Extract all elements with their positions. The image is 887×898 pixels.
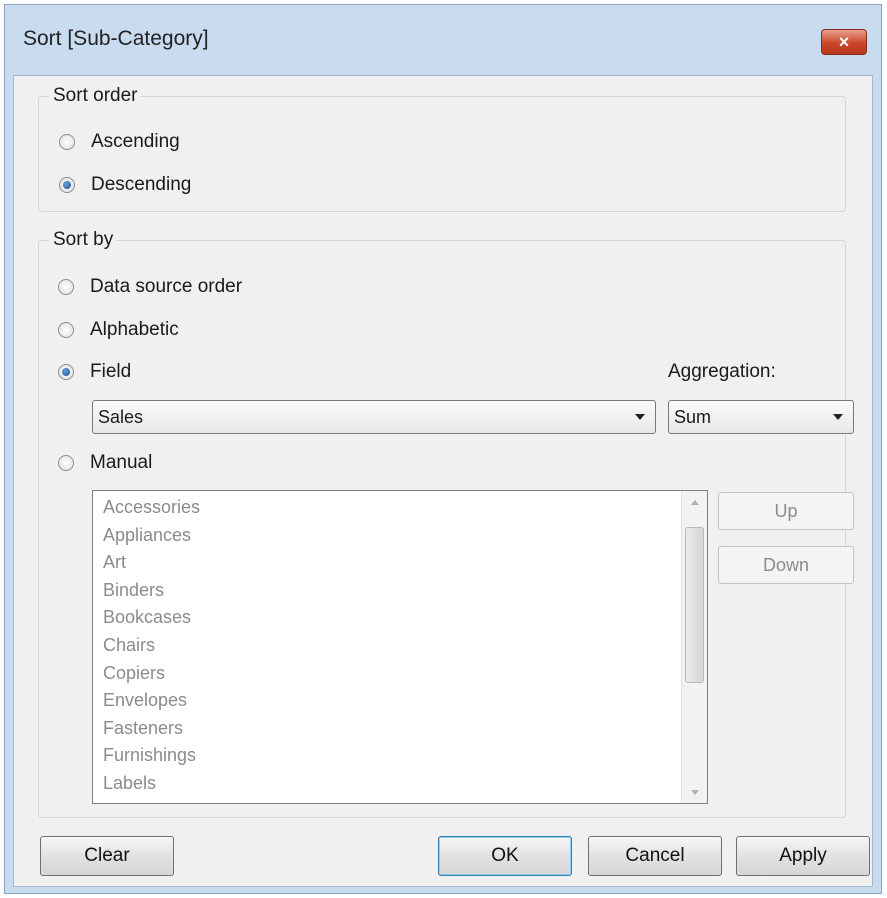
title-bar: Sort [Sub-Category] × [5, 5, 881, 77]
scroll-up-icon [690, 499, 699, 505]
scroll-down-icon [690, 789, 699, 795]
radio-ascending[interactable]: Ascending [59, 131, 180, 153]
radio-field-label: Field [90, 361, 132, 382]
scroll-thumb[interactable] [685, 527, 704, 683]
chevron-down-icon [833, 414, 843, 420]
radio-ascending-icon[interactable] [59, 134, 75, 150]
dialog-title: Sort [Sub-Category] [23, 27, 209, 50]
dialog-body: Sort order Ascending Descending Sort by … [13, 75, 873, 887]
clear-button[interactable]: Clear [40, 836, 174, 876]
radio-alphabetic[interactable]: Alphabetic [58, 319, 179, 341]
up-button[interactable]: Up [718, 492, 854, 530]
list-item[interactable]: Furnishings [93, 742, 707, 770]
list-item[interactable]: Envelopes [93, 687, 707, 715]
cancel-button[interactable]: Cancel [588, 836, 722, 876]
ok-button[interactable]: OK [438, 836, 572, 876]
radio-descending-label: Descending [91, 174, 192, 195]
radio-manual[interactable]: Manual [58, 452, 152, 474]
radio-data-source-order[interactable]: Data source order [58, 276, 242, 298]
radio-data-source-order-icon[interactable] [58, 279, 74, 295]
list-item[interactable]: Binders [93, 577, 707, 605]
radio-field-icon[interactable] [58, 364, 74, 380]
aggregation-label: Aggregation: [668, 361, 776, 382]
list-item[interactable]: Bookcases [93, 604, 707, 632]
list-item[interactable]: Accessories [93, 494, 707, 522]
radio-field[interactable]: Field [58, 361, 131, 383]
list-item[interactable]: Art [93, 549, 707, 577]
field-select-value: Sales [98, 406, 144, 427]
list-item[interactable]: Copiers [93, 660, 707, 688]
radio-alphabetic-label: Alphabetic [90, 319, 179, 340]
radio-descending[interactable]: Descending [59, 174, 191, 196]
field-select[interactable]: Sales [92, 400, 656, 434]
list-item[interactable]: Appliances [93, 522, 707, 550]
apply-button[interactable]: Apply [736, 836, 870, 876]
sort-order-legend: Sort order [49, 85, 142, 107]
list-item[interactable]: Chairs [93, 632, 707, 660]
aggregation-select[interactable]: Sum [668, 400, 854, 434]
manual-list-items: Accessories Appliances Art Binders Bookc… [93, 491, 707, 798]
sort-dialog: Sort [Sub-Category] × Sort order Ascendi… [4, 4, 882, 894]
scroll-up-button[interactable] [682, 491, 707, 513]
radio-alphabetic-icon[interactable] [58, 322, 74, 338]
radio-manual-icon[interactable] [58, 455, 74, 471]
sort-by-legend: Sort by [49, 229, 118, 251]
list-item[interactable]: Fasteners [93, 715, 707, 743]
radio-descending-icon[interactable] [59, 177, 75, 193]
radio-data-source-order-label: Data source order [90, 276, 243, 297]
list-item[interactable]: Labels [93, 770, 707, 798]
close-button[interactable]: × [821, 29, 867, 55]
manual-order-list[interactable]: Accessories Appliances Art Binders Bookc… [92, 490, 708, 804]
sort-order-group: Sort order Ascending Descending [38, 85, 846, 212]
radio-ascending-label: Ascending [91, 131, 180, 152]
chevron-down-icon [635, 414, 645, 420]
scroll-down-button[interactable] [682, 781, 707, 803]
radio-manual-label: Manual [90, 452, 153, 473]
aggregation-select-value: Sum [674, 406, 712, 427]
list-scrollbar[interactable] [681, 491, 707, 803]
down-button[interactable]: Down [718, 546, 854, 584]
close-icon: × [838, 31, 850, 52]
